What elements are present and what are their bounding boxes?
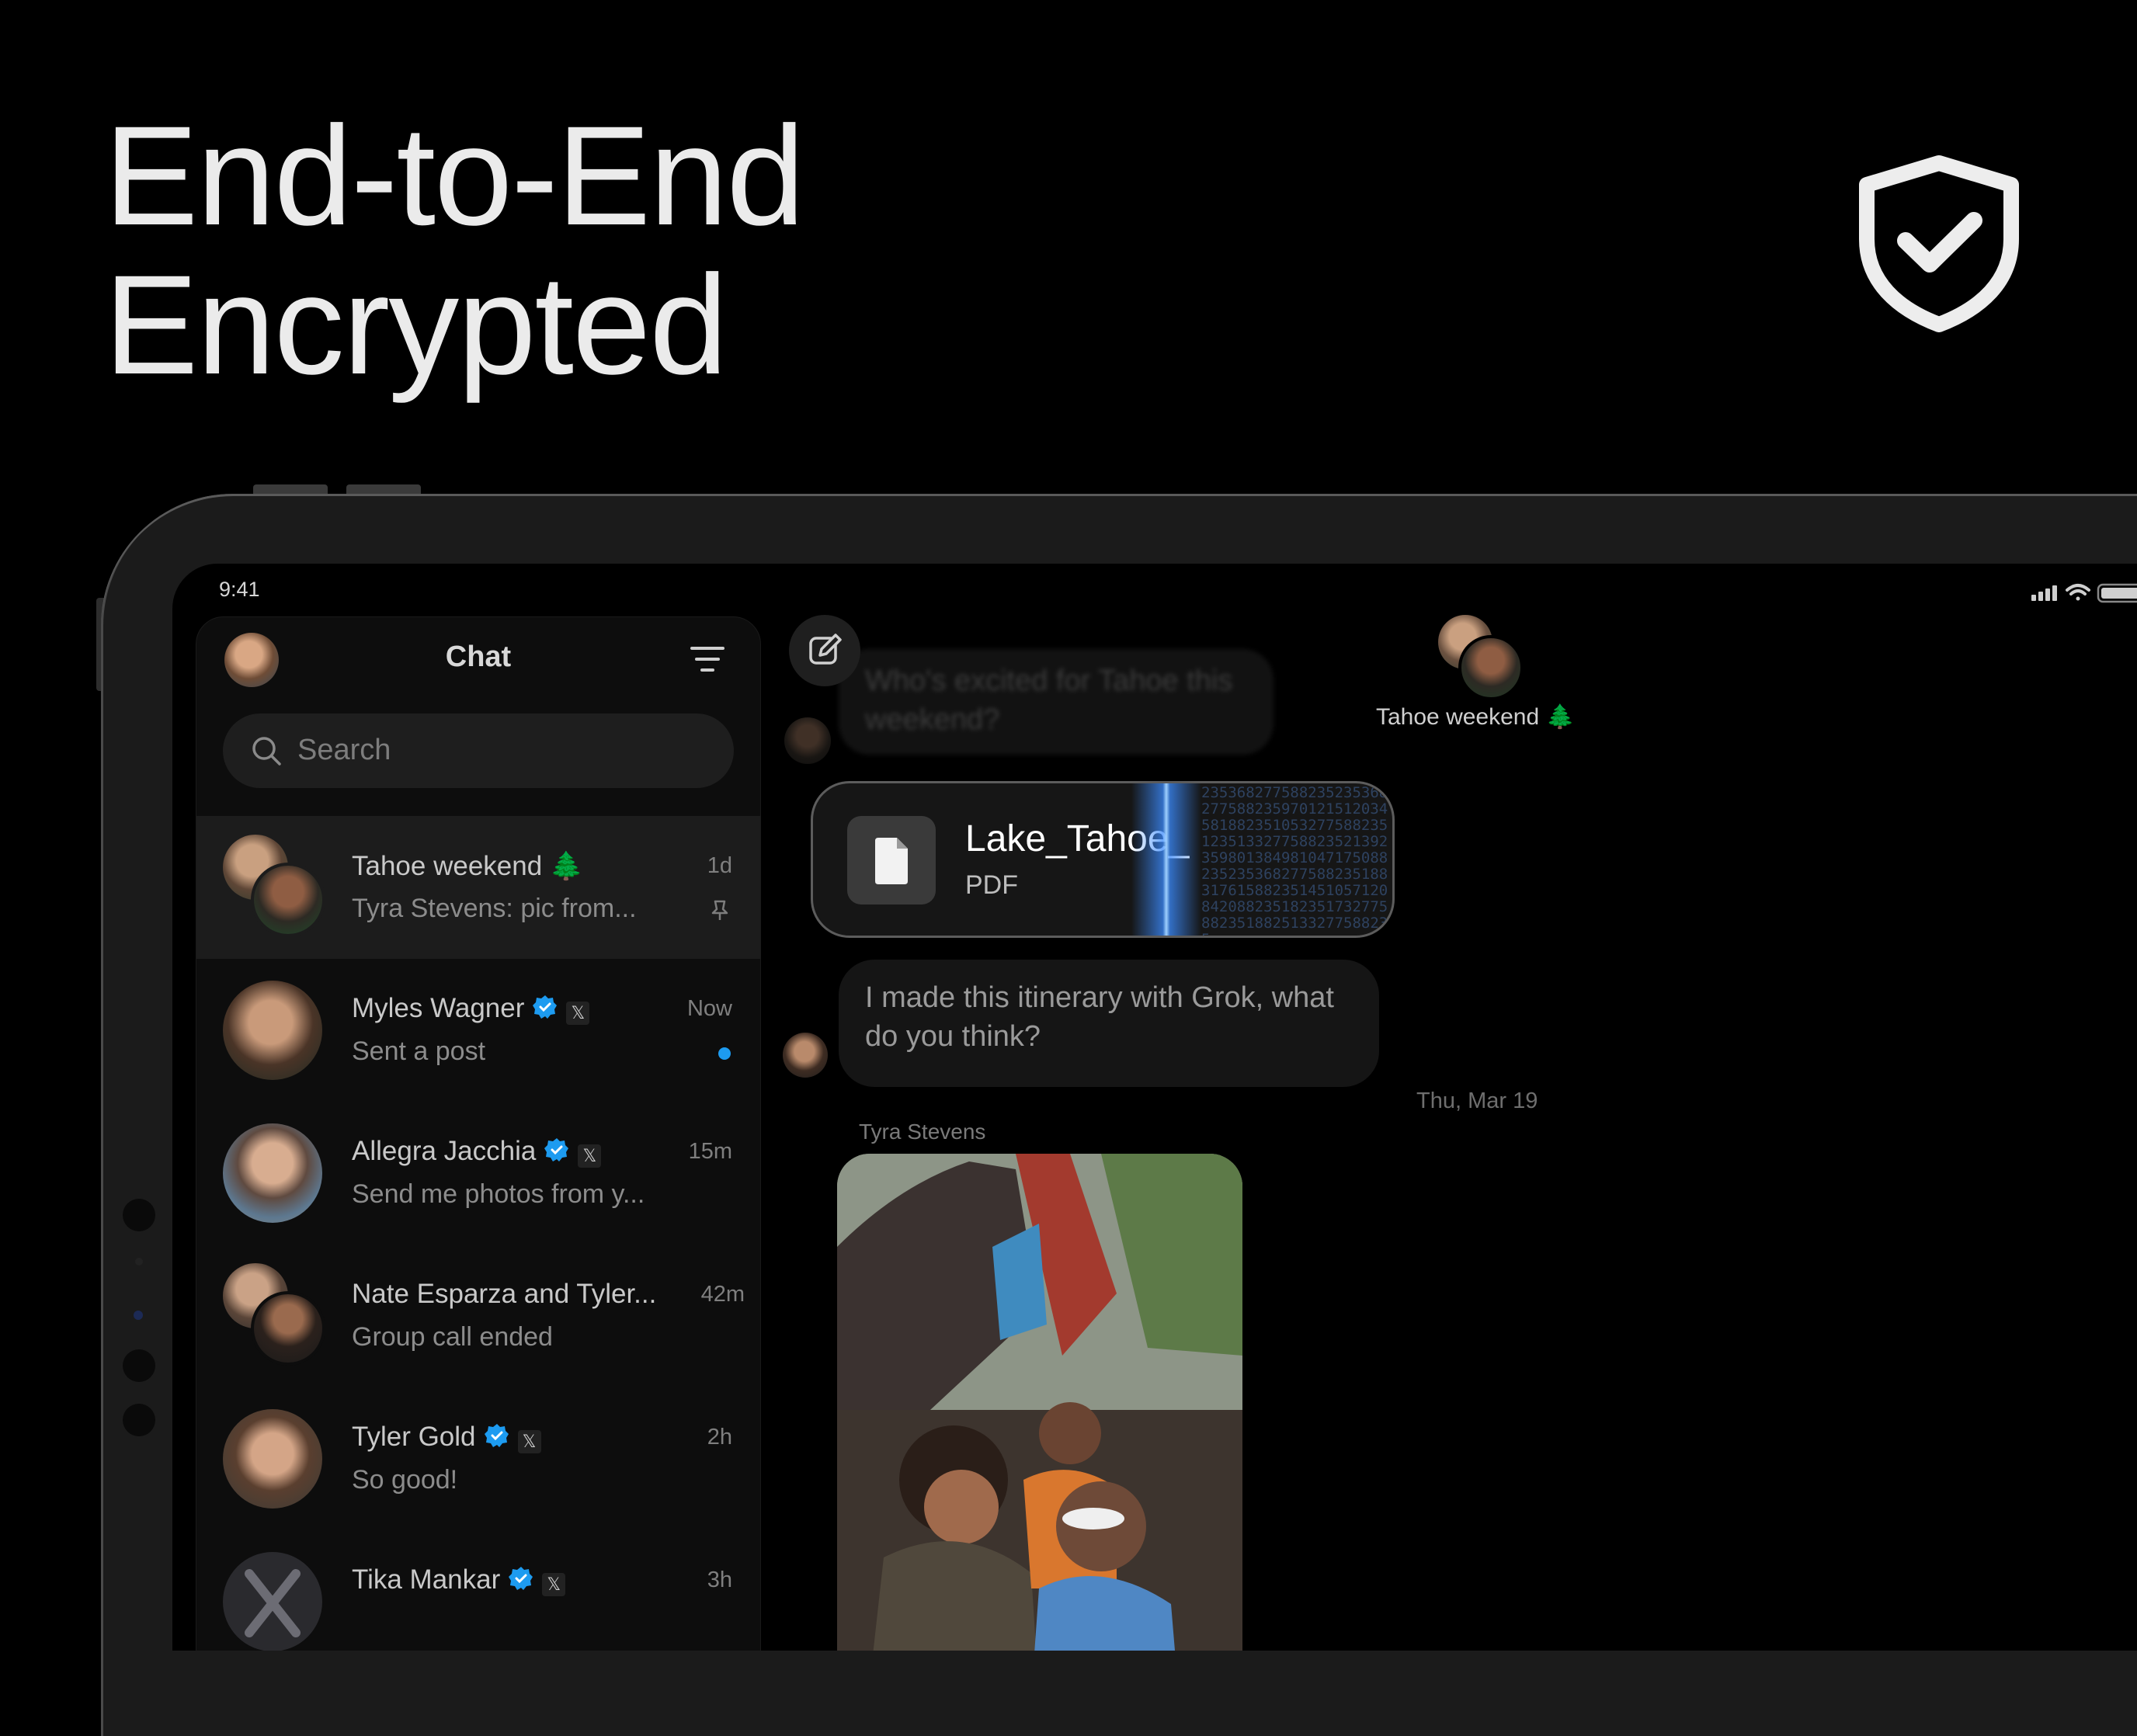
faded-message-bubble: Who's excited for Tahoe this weekend?: [839, 649, 1274, 755]
verified-icon: [533, 995, 558, 1019]
headline-line-1: End-to-End: [104, 96, 805, 255]
chat-name: Myles Wagner: [352, 993, 525, 1023]
group-avatar: [1458, 635, 1524, 700]
chat-time: 15m: [688, 1139, 732, 1164]
avatar: [223, 981, 322, 1080]
avatar: [784, 717, 831, 764]
chat-name-wrap: Tyler Gold 𝕏: [352, 1422, 541, 1453]
verified-icon: [484, 1424, 509, 1447]
photo-message[interactable]: [837, 1154, 1242, 1651]
search-input[interactable]: Search: [223, 713, 734, 788]
x-logo-icon: 𝕏: [566, 1002, 590, 1025]
chat-preview: Tyra Stevens: pic from...: [352, 894, 637, 923]
file-attachment[interactable]: 2353682775882352353682775882359701215120…: [811, 781, 1395, 938]
chat-name-wrap: Myles Wagner 𝕏: [352, 993, 590, 1025]
message-bubble: I made this itinerary with Grok, what do…: [839, 960, 1379, 1087]
file-type: PDF: [965, 870, 1018, 900]
chat-time: Now: [686, 996, 732, 1021]
compose-button[interactable]: [789, 615, 860, 686]
verified-icon: [509, 1567, 533, 1590]
unread-dot: [718, 1047, 731, 1060]
date-separator: Thu, Mar 19: [1416, 1088, 1538, 1113]
chat-item-myles-wagner[interactable]: Myles Wagner 𝕏 Sent a post Now: [196, 959, 760, 1102]
status-time: 9:41: [219, 578, 260, 601]
chat-time: 3h: [707, 1568, 732, 1592]
chat-sidebar: Chat Search Tahoe weekend 🌲 Tyra Stevens…: [196, 616, 761, 1651]
avatar: [223, 1552, 322, 1651]
status-icons: [2031, 583, 2137, 603]
chat-name: Tyler Gold: [352, 1422, 476, 1452]
avatar: [783, 1033, 828, 1078]
chat-name-wrap: Allegra Jacchia 𝕏: [352, 1136, 602, 1168]
search-placeholder: Search: [297, 734, 391, 766]
file-icon-box: [847, 816, 936, 904]
chat-time: 2h: [707, 1425, 732, 1450]
group-name[interactable]: Tahoe weekend 🌲: [1376, 703, 1575, 731]
shield-check-icon: [1859, 155, 2019, 332]
file-icon: [875, 838, 908, 884]
chat-preview: Group call ended: [352, 1322, 553, 1352]
chat-item-tyler-gold[interactable]: Tyler Gold 𝕏 So good! 2h: [196, 1387, 760, 1530]
verified-icon: [544, 1138, 569, 1161]
avatar: [251, 863, 325, 937]
chat-time: 1d: [707, 853, 732, 878]
group-photo-image: [837, 1154, 1242, 1651]
wifi-icon: [2066, 584, 2090, 601]
chat-item-tahoe-weekend[interactable]: Tahoe weekend 🌲 Tyra Stevens: pic from..…: [196, 816, 760, 959]
x-logo-icon: [245, 1569, 301, 1637]
compose-icon: [809, 634, 842, 665]
sidebar-title: Chat: [445, 641, 512, 673]
x-logo-icon: 𝕏: [542, 1573, 566, 1596]
cipher-text: 2353682775882352353682775882359701215120…: [1201, 785, 1388, 936]
sender-name: Tyra Stevens: [859, 1120, 986, 1144]
encryption-scan: [1131, 783, 1201, 936]
chat-name: Tahoe weekend 🌲: [352, 851, 584, 881]
headline: End-to-End Encrypted: [104, 96, 805, 404]
avatar: [223, 1123, 322, 1223]
filter-icon[interactable]: [690, 645, 724, 673]
avatar: [251, 1291, 325, 1366]
x-logo-icon: 𝕏: [517, 1430, 541, 1453]
chat-name: Nate Esparza and Tyler...: [352, 1279, 657, 1309]
chat-item-allegra-jacchia[interactable]: Allegra Jacchia 𝕏 Send me photos from y..…: [196, 1102, 760, 1245]
battery-icon: [2097, 583, 2137, 603]
x-logo-icon: 𝕏: [578, 1144, 602, 1168]
chat-item-tika-mankar[interactable]: Tika Mankar 𝕏 3h: [196, 1530, 760, 1651]
chat-preview: Send me photos from y...: [352, 1179, 645, 1209]
chat-preview: So good!: [352, 1465, 458, 1495]
chat-item-nate-esparza[interactable]: Nate Esparza and Tyler... Group call end…: [196, 1245, 760, 1387]
signal-icon: [2031, 585, 2057, 601]
avatar: [223, 1409, 322, 1509]
chat-name-wrap: Tika Mankar 𝕏: [352, 1564, 566, 1596]
search-icon: [252, 737, 281, 766]
pin-icon: [711, 900, 728, 920]
chat-time: 42m: [700, 1282, 745, 1307]
chat-preview: Sent a post: [352, 1036, 486, 1066]
headline-line-2: Encrypted: [104, 245, 728, 404]
chat-name: Allegra Jacchia: [352, 1136, 537, 1166]
chat-name: Tika Mankar: [352, 1564, 501, 1595]
screen: 9:41 Chat Search Tahoe weekend 🌲 Tyra St…: [172, 564, 2137, 1651]
